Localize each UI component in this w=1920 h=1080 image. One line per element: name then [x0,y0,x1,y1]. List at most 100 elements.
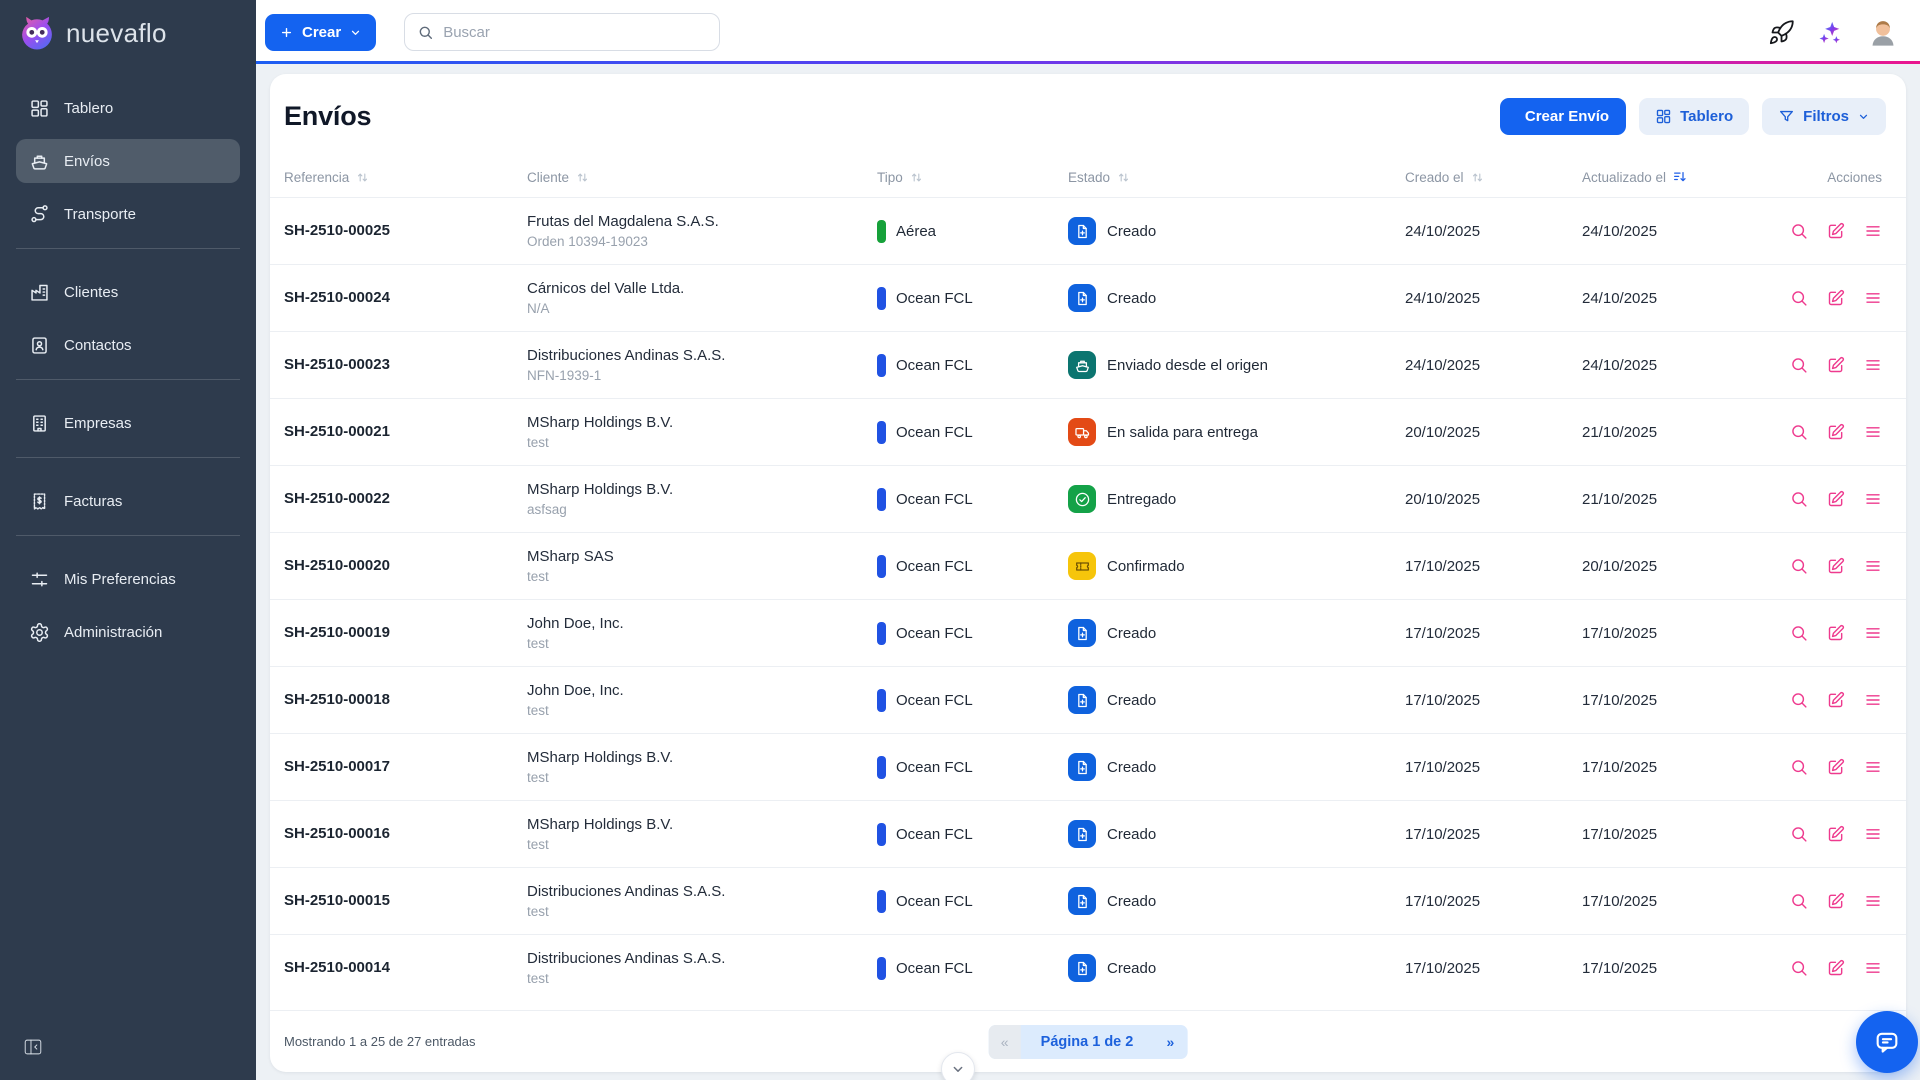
row-menu-button[interactable] [1862,421,1884,443]
updated-cell: 17/10/2025 [1582,826,1760,843]
view-button[interactable] [1788,622,1810,644]
row-menu-button[interactable] [1862,220,1884,242]
edit-button[interactable] [1825,354,1847,376]
status-label: Enviado desde el origen [1107,357,1268,374]
created-cell: 24/10/2025 [1405,223,1582,240]
created-cell: 17/10/2025 [1405,893,1582,910]
row-menu-button[interactable] [1862,890,1884,912]
menu-icon [1863,690,1883,710]
page-title: Envíos [284,101,371,132]
scroll-down-button[interactable] [941,1052,975,1080]
rocket-button[interactable] [1768,19,1795,46]
owl-logo-icon [18,14,56,52]
edit-button[interactable] [1825,890,1847,912]
ship-icon [29,151,50,172]
sidebar-item-contactos[interactable]: Contactos [16,323,240,367]
page-content: Envíos Crear Envío Tablero Filtros [256,64,1920,1080]
column-label: Referencia [284,170,349,185]
status-badge [1068,619,1096,647]
sidebar-item-administracion[interactable]: Administración [16,610,240,654]
avatar-icon [1866,15,1900,49]
sidebar-item-empresas[interactable]: Empresas [16,401,240,445]
row-menu-button[interactable] [1862,957,1884,979]
view-button[interactable] [1788,287,1810,309]
edit-button[interactable] [1825,220,1847,242]
view-button[interactable] [1788,957,1810,979]
row-menu-button[interactable] [1862,488,1884,510]
view-search-icon [1789,623,1809,643]
ai-assistant-button[interactable] [1817,19,1844,46]
row-menu-button[interactable] [1862,756,1884,778]
client-detail: N/A [527,301,877,316]
topbar-actions [1768,15,1900,49]
view-search-icon [1789,958,1809,978]
view-button[interactable] [1788,823,1810,845]
edit-icon [1826,221,1846,241]
updated-cell: 20/10/2025 [1582,558,1760,575]
column-header-actualizado[interactable]: Actualizado el [1582,169,1760,185]
client-cell: MSharp SAStest [527,548,877,584]
view-button[interactable] [1788,421,1810,443]
edit-button[interactable] [1825,622,1847,644]
edit-button[interactable] [1825,756,1847,778]
view-button[interactable] [1788,488,1810,510]
view-button[interactable] [1788,354,1810,376]
client-name: Frutas del Magdalena S.A.S. [527,213,877,230]
sidebar-item-facturas[interactable]: Facturas [16,479,240,523]
shipment-reference: SH-2510-00020 [284,557,390,574]
view-button[interactable] [1788,220,1810,242]
board-view-button[interactable]: Tablero [1639,98,1749,135]
sparkles-icon [1817,19,1844,46]
column-header-referencia[interactable]: Referencia [284,170,527,185]
sidebar-item-clientes[interactable]: Clientes [16,270,240,314]
sidebar-item-tablero[interactable]: Tablero [16,86,240,130]
view-button[interactable] [1788,890,1810,912]
type-indicator [877,957,886,980]
status-badge [1068,217,1096,245]
updated-cell: 17/10/2025 [1582,960,1760,977]
row-menu-button[interactable] [1862,555,1884,577]
edit-button[interactable] [1825,555,1847,577]
page-header-actions: Crear Envío Tablero Filtros [1500,98,1886,135]
user-avatar[interactable] [1866,15,1900,49]
edit-button[interactable] [1825,488,1847,510]
edit-button[interactable] [1825,287,1847,309]
view-button[interactable] [1788,756,1810,778]
row-menu-button[interactable] [1862,354,1884,376]
edit-button[interactable] [1825,957,1847,979]
type-cell: Ocean FCL [877,957,1068,980]
chat-button[interactable] [1856,1011,1918,1073]
edit-button[interactable] [1825,421,1847,443]
search-input[interactable] [443,24,707,41]
create-button[interactable]: Crear [265,14,376,51]
sidebar-item-envios[interactable]: Envíos [16,139,240,183]
main-column: Crear Envíos [256,0,1920,1080]
row-menu-button[interactable] [1862,287,1884,309]
edit-button[interactable] [1825,689,1847,711]
view-button[interactable] [1788,555,1810,577]
actions-cell [1760,488,1892,510]
row-menu-button[interactable] [1862,622,1884,644]
pagination-next-button[interactable]: » [1153,1025,1187,1059]
sidebar-item-transporte[interactable]: Transporte [16,192,240,236]
client-cell: MSharp Holdings B.V.asfsag [527,481,877,517]
sidebar-item-mis-preferencias[interactable]: Mis Preferencias [16,557,240,601]
menu-icon [1863,891,1883,911]
column-header-tipo[interactable]: Tipo [877,170,1068,185]
column-header-estado[interactable]: Estado [1068,170,1405,185]
column-header-creado[interactable]: Creado el [1405,170,1582,185]
edit-button[interactable] [1825,823,1847,845]
collapse-sidebar-button[interactable] [22,1036,44,1058]
filters-button[interactable]: Filtros [1762,98,1886,135]
menu-icon [1863,757,1883,777]
route-icon [29,204,50,225]
column-header-cliente[interactable]: Cliente [527,170,877,185]
row-menu-button[interactable] [1862,823,1884,845]
view-button[interactable] [1788,689,1810,711]
type-indicator [877,488,886,511]
create-shipment-button[interactable]: Crear Envío [1500,98,1626,135]
created-cell: 24/10/2025 [1405,290,1582,307]
pagination-prev-button[interactable]: « [989,1025,1021,1059]
row-menu-button[interactable] [1862,689,1884,711]
table-row: SH-2510-00016MSharp Holdings B.V.testOce… [270,800,1906,867]
